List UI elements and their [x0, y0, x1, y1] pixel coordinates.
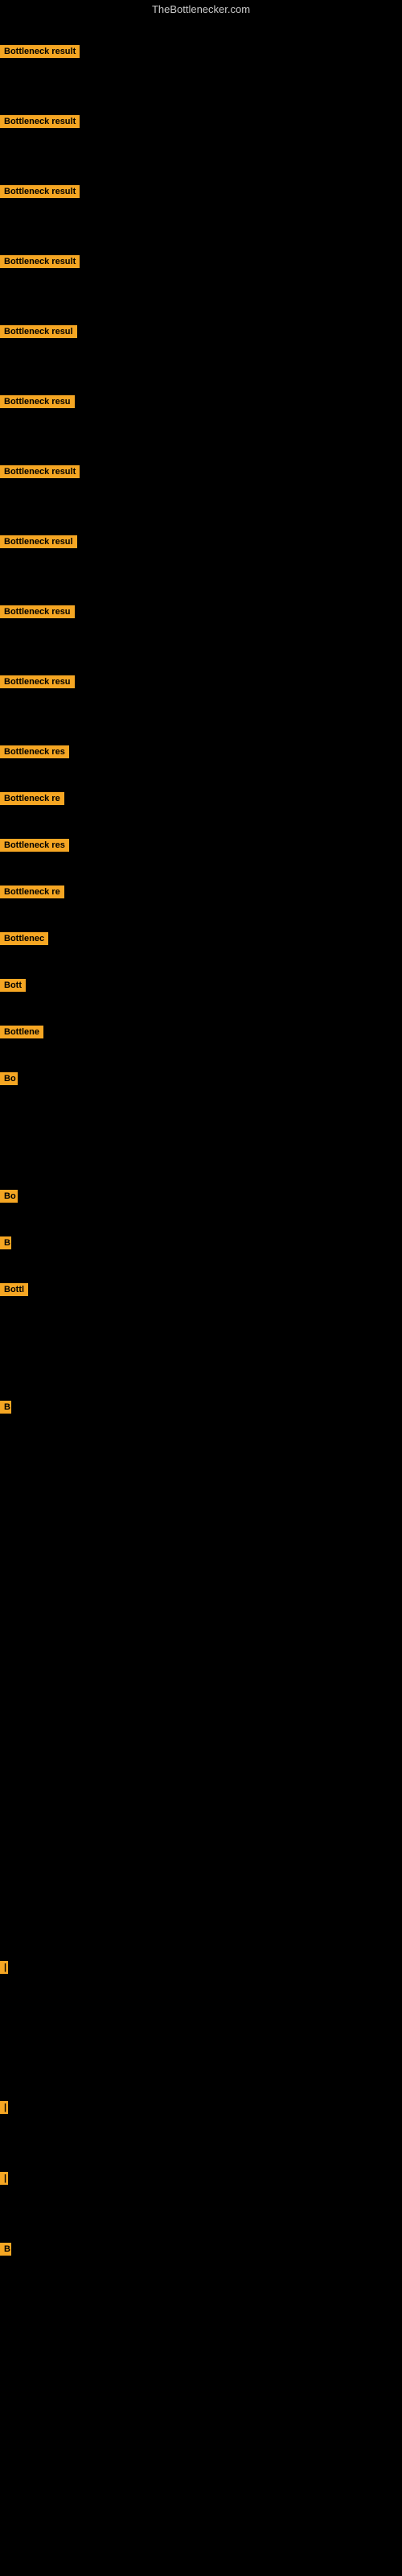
badge-text: Bottl: [0, 1283, 28, 1296]
bottleneck-badge-13: Bottleneck re: [0, 886, 64, 902]
bottleneck-badge-1: Bottleneck result: [0, 115, 80, 132]
bottleneck-badge-5: Bottleneck resu: [0, 395, 75, 412]
badge-text: Bottleneck resu: [0, 605, 75, 618]
badge-text: Bott: [0, 979, 26, 992]
bottleneck-badge-19: B: [0, 1236, 11, 1253]
badge-text: Bottleneck re: [0, 886, 64, 898]
badge-text: Bottlenec: [0, 932, 48, 945]
bottleneck-badge-0: Bottleneck result: [0, 45, 80, 62]
bottleneck-badge-18: Bo: [0, 1190, 18, 1207]
bottleneck-badge-25: B: [0, 2243, 11, 2260]
badge-text: Bottleneck result: [0, 115, 80, 128]
badge-text: Bottleneck result: [0, 185, 80, 198]
badge-text: Bottleneck resul: [0, 535, 77, 548]
bottleneck-badge-24: |: [0, 2172, 8, 2189]
site-title: TheBottlenecker.com: [0, 0, 402, 19]
bottleneck-badge-15: Bott: [0, 979, 26, 996]
badge-text: Bottleneck resu: [0, 675, 75, 688]
bottleneck-badge-2: Bottleneck result: [0, 185, 80, 202]
bottleneck-badge-8: Bottleneck resu: [0, 605, 75, 622]
bottleneck-badge-10: Bottleneck res: [0, 745, 69, 762]
badge-text: Bottleneck result: [0, 255, 80, 268]
badge-text: Bottleneck res: [0, 839, 69, 852]
bottleneck-badge-21: B: [0, 1401, 11, 1418]
badge-text: Bottleneck result: [0, 465, 80, 478]
badge-text: Bottleneck re: [0, 792, 64, 805]
bottleneck-badge-22: |: [0, 1961, 8, 1978]
badge-text: Bottleneck result: [0, 45, 80, 58]
bottleneck-badge-17: Bo: [0, 1072, 18, 1089]
bottleneck-badge-16: Bottlene: [0, 1026, 43, 1042]
bottleneck-badge-9: Bottleneck resu: [0, 675, 75, 692]
badge-text: |: [0, 2172, 8, 2185]
bottleneck-badge-7: Bottleneck resul: [0, 535, 77, 552]
badge-text: B: [0, 2243, 11, 2256]
bottleneck-badge-4: Bottleneck resul: [0, 325, 77, 342]
bottleneck-badge-12: Bottleneck res: [0, 839, 69, 856]
bottleneck-badge-6: Bottleneck result: [0, 465, 80, 482]
badge-text: |: [0, 2101, 8, 2114]
badge-text: Bo: [0, 1072, 18, 1085]
badge-text: B: [0, 1401, 11, 1414]
badge-text: Bottlene: [0, 1026, 43, 1038]
bottleneck-badge-11: Bottleneck re: [0, 792, 64, 809]
badge-text: |: [0, 1961, 8, 1974]
badge-text: Bottleneck resul: [0, 325, 77, 338]
badge-text: Bottleneck res: [0, 745, 69, 758]
bottleneck-badge-3: Bottleneck result: [0, 255, 80, 272]
badge-text: B: [0, 1236, 11, 1249]
badge-text: Bottleneck resu: [0, 395, 75, 408]
bottleneck-badge-20: Bottl: [0, 1283, 28, 1300]
bottleneck-badge-14: Bottlenec: [0, 932, 48, 949]
badge-text: Bo: [0, 1190, 18, 1203]
bottleneck-badge-23: |: [0, 2101, 8, 2118]
